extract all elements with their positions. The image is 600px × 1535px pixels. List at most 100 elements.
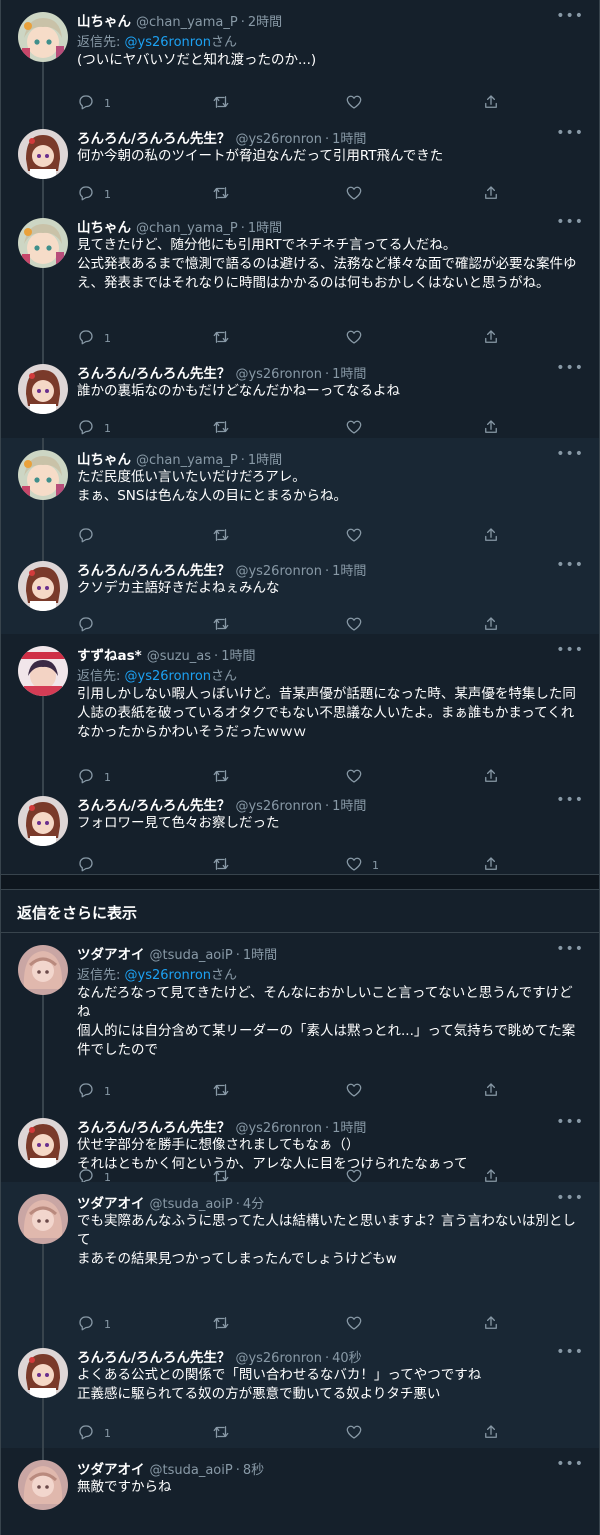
display-name[interactable]: すずねas* [77, 644, 142, 664]
timestamp[interactable]: 1時間 [243, 944, 277, 963]
reply-button[interactable]: 1 [77, 1314, 111, 1335]
display-name[interactable]: ろんろん/ろんろん先生？ [77, 127, 230, 147]
timestamp[interactable]: 1時間 [332, 560, 366, 579]
user-handle[interactable]: @ys26ronron [235, 799, 322, 814]
like-button[interactable] [345, 418, 372, 439]
tweet[interactable]: ろんろん/ろんろん先生？ @ys26ronron · 1時間 ••• 伏せ字部分を勝手に想… [0, 1106, 600, 1184]
like-button[interactable] [345, 328, 372, 349]
avatar[interactable] [18, 1194, 68, 1244]
avatar[interactable] [18, 1118, 68, 1168]
display-name[interactable]: ツダアオイ [77, 943, 145, 963]
like-button[interactable] [345, 1423, 372, 1444]
show-more-label[interactable]: 返信をさらに表示 [17, 902, 137, 923]
avatar[interactable] [18, 796, 68, 846]
avatar[interactable] [18, 561, 68, 611]
tweet[interactable]: ツダアオイ @tsuda_aoiP · 8秒 ••• 無敵ですからね [0, 1448, 600, 1535]
share-button[interactable] [482, 328, 500, 349]
like-button[interactable]: 1 [345, 855, 379, 876]
avatar[interactable] [18, 450, 68, 500]
like-button[interactable] [345, 1081, 372, 1102]
user-handle[interactable]: @chan_yama_P [136, 15, 238, 30]
timestamp[interactable]: 1時間 [332, 1117, 366, 1136]
reply-button[interactable]: 1 [77, 418, 111, 439]
more-icon[interactable]: ••• [556, 642, 584, 658]
share-button[interactable] [482, 1314, 500, 1335]
user-handle[interactable]: @tsuda_aoiP [150, 1463, 233, 1478]
more-icon[interactable]: ••• [556, 214, 584, 230]
share-button[interactable] [482, 855, 500, 876]
timestamp[interactable]: 1時間 [332, 795, 366, 814]
show-more-replies[interactable]: 返信をさらに表示 [0, 889, 600, 931]
more-icon[interactable]: ••• [556, 446, 584, 462]
share-button[interactable] [482, 418, 500, 439]
reply-mention[interactable]: @ys26ronron [125, 968, 212, 983]
avatar[interactable] [18, 1460, 68, 1510]
reply-mention[interactable]: @ys26ronron [125, 669, 212, 684]
tweet[interactable]: 山ちゃん @chan_yama_P · 1時間 ••• ただ民度低い言いたいだけだろアレ。… [0, 438, 600, 549]
tweet[interactable]: 山ちゃん @chan_yama_P · 1時間 ••• 見てきたけど、随分他にも引用RTで… [0, 206, 600, 352]
retweet-button[interactable] [212, 93, 239, 114]
retweet-button[interactable] [212, 855, 239, 876]
display-name[interactable]: ろんろん/ろんろん先生？ [77, 559, 230, 579]
more-icon[interactable]: ••• [556, 557, 584, 573]
reply-button[interactable]: 1 [77, 1081, 111, 1102]
user-handle[interactable]: @tsuda_aoiP [150, 948, 233, 963]
retweet-button[interactable] [212, 418, 239, 439]
user-handle[interactable]: @ys26ronron [235, 367, 322, 382]
retweet-button[interactable] [212, 1081, 239, 1102]
timestamp[interactable]: 1時間 [221, 645, 255, 664]
more-icon[interactable]: ••• [556, 1190, 584, 1206]
user-handle[interactable]: @ys26ronron [235, 1351, 322, 1366]
display-name[interactable]: ろんろん/ろんろん先生？ [77, 1116, 230, 1136]
more-icon[interactable]: ••• [556, 941, 584, 957]
reply-button[interactable] [77, 526, 104, 547]
display-name[interactable]: ろんろん/ろんろん先生？ [77, 1346, 230, 1366]
display-name[interactable]: 山ちゃん [77, 10, 131, 30]
avatar[interactable] [18, 12, 68, 62]
tweet[interactable]: すずねas* @suzu_as · 1時間 ••• 返信先: @ys26ronronさん引… [0, 634, 600, 784]
display-name[interactable]: ろんろん/ろんろん先生？ [77, 362, 230, 382]
like-button[interactable] [345, 93, 372, 114]
retweet-button[interactable] [212, 1423, 239, 1444]
retweet-button[interactable] [212, 328, 239, 349]
display-name[interactable]: ろんろん/ろんろん先生？ [77, 794, 230, 814]
tweet[interactable]: ろんろん/ろんろん先生？ @ys26ronron · 40秒 ••• よくある公式との関係… [0, 1336, 600, 1448]
display-name[interactable]: 山ちゃん [77, 448, 131, 468]
timestamp[interactable]: 1時間 [332, 363, 366, 382]
reply-button[interactable]: 1 [77, 1423, 111, 1444]
share-button[interactable] [482, 93, 500, 114]
more-icon[interactable]: ••• [556, 792, 584, 808]
share-button[interactable] [482, 1423, 500, 1444]
reply-mention[interactable]: @ys26ronron [125, 35, 212, 50]
user-handle[interactable]: @ys26ronron [235, 564, 322, 579]
timestamp[interactable]: 2時間 [248, 11, 282, 30]
like-button[interactable] [345, 615, 372, 636]
share-button[interactable] [482, 526, 500, 547]
more-icon[interactable]: ••• [556, 1344, 584, 1360]
reply-button[interactable]: 1 [77, 328, 111, 349]
share-button[interactable] [482, 1081, 500, 1102]
tweet[interactable]: 山ちゃん @chan_yama_P · 2時間 ••• 返信先: @ys26ronronさ… [0, 0, 600, 117]
tweet[interactable]: ツダアオイ @tsuda_aoiP · 4分 ••• でも実際あんなふうに思ってた人は結構… [0, 1182, 600, 1336]
avatar[interactable] [18, 646, 68, 696]
share-button[interactable] [482, 184, 500, 205]
share-button[interactable] [482, 615, 500, 636]
retweet-button[interactable] [212, 1314, 239, 1335]
tweet[interactable]: ろんろん/ろんろん先生？ @ys26ronron · 1時間 ••• クソデカ主語好きだよ… [0, 549, 600, 634]
tweet[interactable]: ろんろん/ろんろん先生？ @ys26ronron · 1時間 ••• 何か今朝の私のツイー… [0, 117, 600, 206]
timestamp[interactable]: 1時間 [248, 217, 282, 236]
more-icon[interactable]: ••• [556, 1114, 584, 1130]
tweet[interactable]: ツダアオイ @tsuda_aoiP · 1時間 ••• 返信先: @ys26ronronさ… [0, 933, 600, 1106]
user-handle[interactable]: @chan_yama_P [136, 453, 238, 468]
timestamp[interactable]: 1時間 [248, 449, 282, 468]
avatar[interactable] [18, 129, 68, 179]
more-icon[interactable]: ••• [556, 125, 584, 141]
reply-button[interactable]: 1 [77, 93, 111, 114]
reply-button[interactable] [77, 615, 104, 636]
retweet-button[interactable] [212, 184, 239, 205]
avatar[interactable] [18, 1348, 68, 1398]
retweet-button[interactable] [212, 615, 239, 636]
display-name[interactable]: ツダアオイ [77, 1192, 145, 1212]
tweet[interactable]: ろんろん/ろんろん先生？ @ys26ronron · 1時間 ••• 誰かの裏垢なのかもだ… [0, 352, 600, 438]
more-icon[interactable]: ••• [556, 360, 584, 376]
